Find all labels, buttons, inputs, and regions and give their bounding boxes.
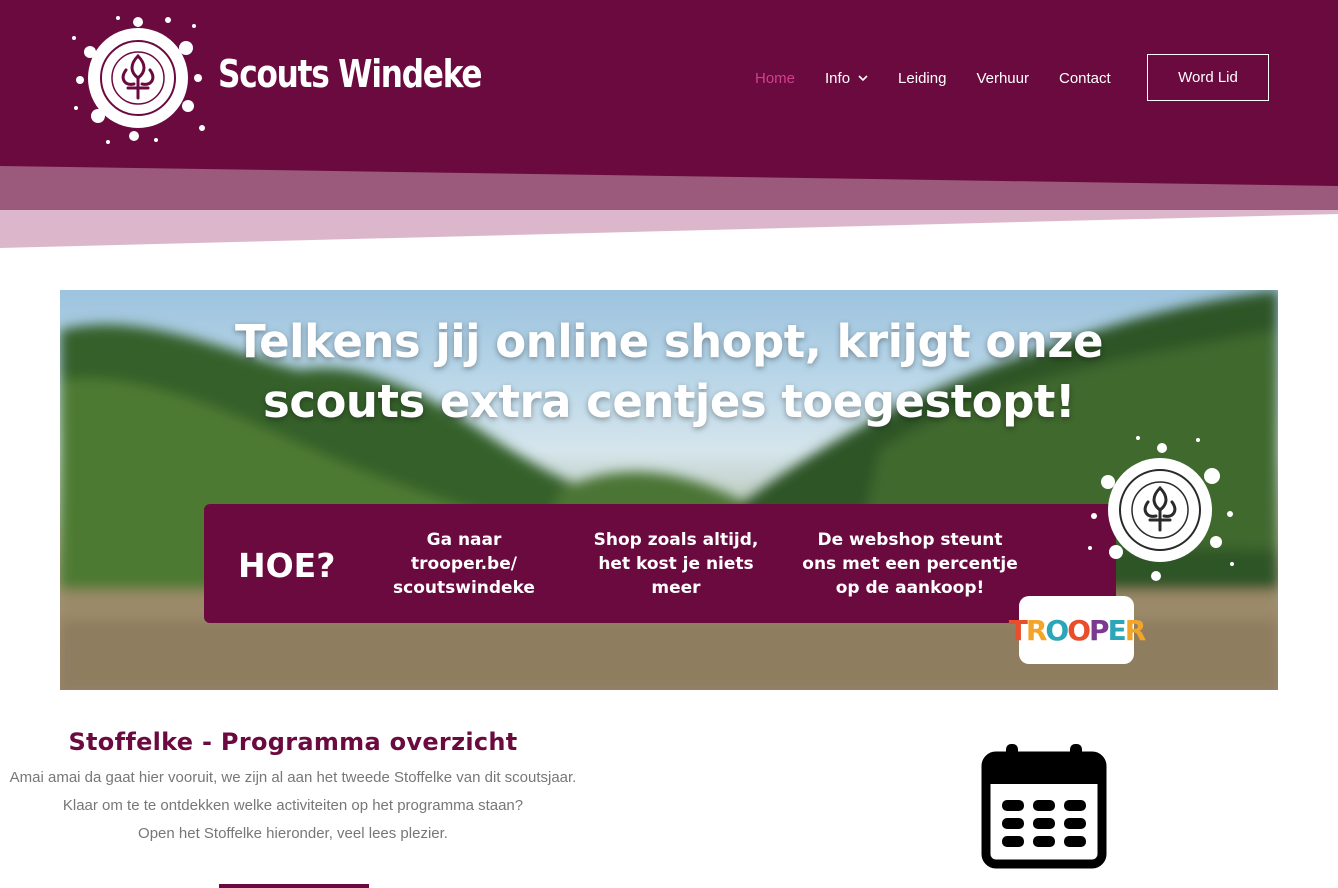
- step-text: Ga naar: [426, 530, 502, 550]
- nav-item-info[interactable]: Info: [825, 70, 868, 87]
- step-text: De webshop steunt: [817, 530, 1003, 550]
- how-it-works-box: HOE? Ga naar trooper.be/ scoutswindeke S…: [204, 504, 1116, 623]
- program-text: Amai amai da gaat hier vooruit, we zijn …: [9, 769, 577, 786]
- chevron-down-icon: [858, 75, 868, 82]
- step-text: meer: [651, 578, 701, 598]
- nav-item-leiding[interactable]: Leiding: [898, 70, 946, 87]
- banner-headline: Telkens jij online shopt, krijgt onze sc…: [60, 312, 1278, 432]
- calendar-icon: [981, 744, 1107, 869]
- nav-item-label: Verhuur: [976, 69, 1029, 87]
- step-text: Shop zoals altijd,: [593, 530, 759, 550]
- scouts-logo[interactable]: [68, 8, 208, 148]
- nav-item-label: Leiding: [898, 69, 947, 87]
- program-text: Open het Stoffelke hieronder, veel lees …: [138, 825, 448, 842]
- site-header: Scouts Windeke Home Info Leiding Verhuur…: [0, 0, 1338, 250]
- step-go-to-trooper: Ga naar trooper.be/ scoutswindeke: [374, 528, 554, 600]
- nav-item-verhuur[interactable]: Verhuur: [976, 70, 1029, 87]
- scouts-logo-badge: [1088, 436, 1234, 581]
- step-text: trooper.be/: [411, 554, 517, 574]
- step-shop: Shop zoals altijd, het kost je niets mee…: [590, 528, 762, 600]
- headline-line: Telkens jij online shopt, krijgt onze: [234, 315, 1104, 368]
- nav-item-contact[interactable]: Contact: [1059, 70, 1111, 87]
- trooper-banner[interactable]: Telkens jij online shopt, krijgt onze sc…: [60, 290, 1278, 690]
- trooper-logo: TROOPER: [1009, 596, 1146, 664]
- word-lid-button[interactable]: Word Lid: [1147, 54, 1269, 101]
- step-text: ons met een percentje: [802, 554, 1018, 574]
- hoe-title: HOE?: [238, 546, 336, 585]
- step-text: scoutswindeke: [393, 578, 535, 598]
- nav-item-home[interactable]: Home: [755, 70, 795, 87]
- main-nav: Home Info Leiding Verhuur Contact: [755, 66, 1141, 90]
- headline-line: scouts extra centjes toegestopt!: [263, 375, 1075, 428]
- nav-item-label: Home: [755, 69, 796, 87]
- nav-item-label: Info: [825, 69, 851, 87]
- program-title: Stoffelke - Programma overzicht: [68, 728, 518, 756]
- step-text: het kost je niets: [598, 554, 754, 574]
- step-support: De webshop steunt ons met een percentje …: [796, 528, 1024, 600]
- nav-item-label: Contact: [1058, 69, 1111, 87]
- open-stoffelke-button[interactable]: [219, 884, 369, 888]
- site-title[interactable]: Scouts Windeke: [218, 52, 483, 96]
- step-text: op de aankoop!: [835, 578, 985, 598]
- program-text: Klaar om te te ontdekken welke activitei…: [62, 797, 524, 814]
